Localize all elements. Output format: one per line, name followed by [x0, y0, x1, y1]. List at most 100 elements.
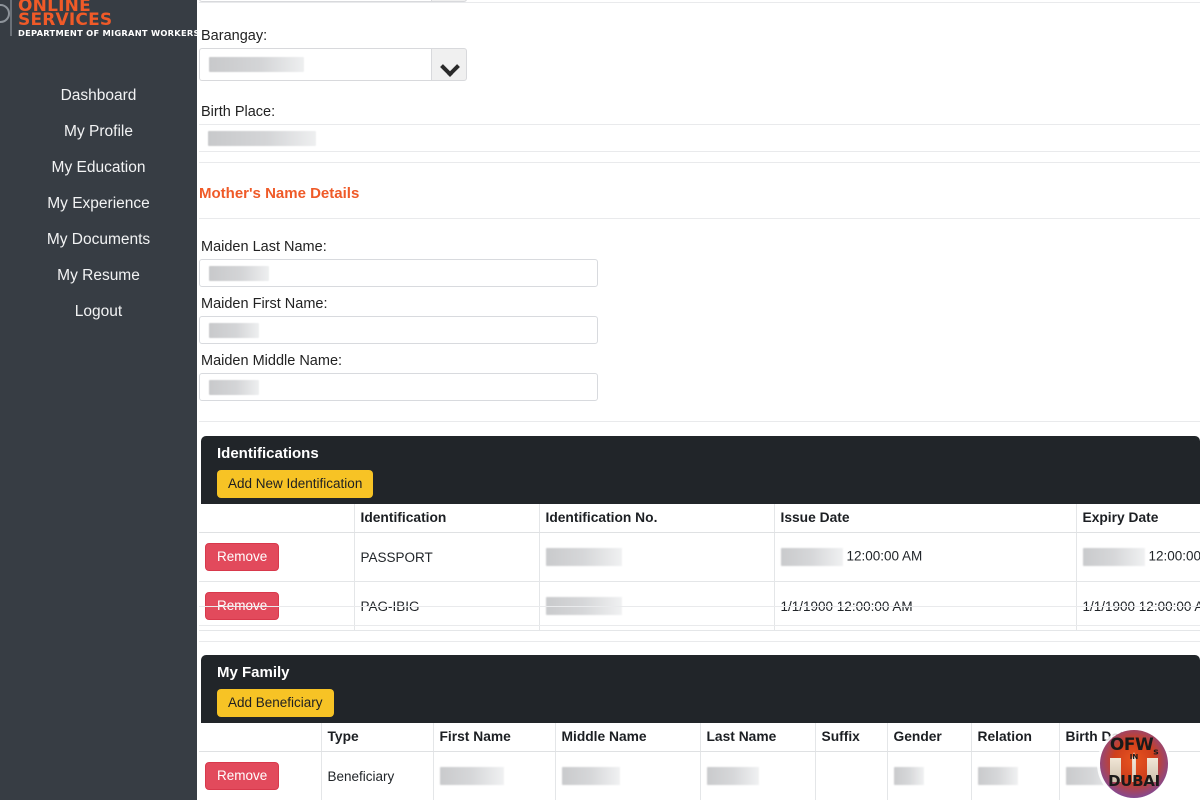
brand-divider: [0, 0, 12, 36]
family-header-row: Type First Name Middle Name Last Name Su…: [199, 723, 1200, 752]
fam-row-0-first-name: [433, 751, 556, 800]
maiden-middle-name-value-redacted: [209, 380, 259, 395]
fam-row-0-first-name-redacted: [439, 767, 504, 785]
watermark-text-in: IN: [1129, 753, 1139, 761]
barangay-label: Barangay:: [201, 28, 268, 44]
fam-row-0-last-name: [700, 751, 816, 800]
identifications-panel-title: Identifications: [217, 445, 319, 462]
field-birth-place: Birth Place:: [199, 99, 1200, 152]
id-row-0-expiry-date-redacted: [1082, 548, 1145, 566]
brand-line-services: SERVICES: [18, 10, 113, 30]
field-maiden-first-name: Maiden First Name:: [199, 291, 599, 344]
divider-id-table-bottom-1: [199, 606, 1200, 607]
fam-row-0-last-name-redacted: [706, 767, 759, 785]
divider-mother-top: [199, 162, 1200, 163]
fam-row-0-middle-name: [555, 751, 701, 800]
mothers-name-details-heading: Mother's Name Details: [199, 185, 360, 202]
watermark-text-ofw: OFW: [1109, 735, 1154, 755]
birth-place-value-redacted: [208, 131, 316, 146]
identifications-header-row: Identification Identification No. Issue …: [199, 504, 1200, 533]
id-row-0-actions: Remove: [199, 532, 355, 582]
identifications-panel-header: Identifications Add New Identification: [201, 436, 1200, 504]
field-barangay: Barangay:: [199, 23, 467, 81]
id-col-actions: [199, 504, 355, 533]
fam-col-actions: [199, 723, 322, 752]
sidebar-item-logout[interactable]: Logout: [0, 294, 197, 330]
id-row-0-expiry-date-text: 12:00:00 AM: [1148, 548, 1200, 564]
id-col-identification-no: Identification No.: [539, 504, 775, 533]
maiden-first-name-input[interactable]: [199, 316, 598, 344]
maiden-first-name-value-redacted: [209, 323, 259, 338]
remove-beneficiary-button[interactable]: Remove: [205, 762, 280, 790]
my-family-table: Type First Name Middle Name Last Name Su…: [199, 723, 1200, 800]
id-col-expiry-date: Expiry Date: [1076, 504, 1200, 533]
field-maiden-middle-name: Maiden Middle Name:: [199, 348, 599, 401]
brand-line-department: DEPARTMENT OF MIGRANT WORKERS: [18, 28, 200, 38]
sidebar-item-my-profile[interactable]: My Profile: [0, 114, 197, 150]
barangay-dropdown-button[interactable]: [431, 48, 467, 81]
fam-row-0-gender: [887, 751, 972, 800]
maiden-middle-name-label: Maiden Middle Name:: [201, 353, 343, 369]
sidebar-item-dashboard[interactable]: Dashboard: [0, 78, 197, 114]
birth-place-input[interactable]: [199, 124, 1200, 152]
divider-top: [199, 2, 1200, 3]
id-col-identification: Identification: [354, 504, 540, 533]
birth-place-label: Birth Place:: [201, 104, 276, 120]
barangay-select[interactable]: [199, 48, 467, 81]
my-family-panel-title: My Family: [217, 664, 290, 681]
table-row: Remove PASSPORT 12:00:00 AM 12:00:00 AM: [199, 532, 1200, 582]
remove-identification-button[interactable]: Remove: [205, 543, 280, 571]
my-family-panel-header: My Family Add Beneficiary: [201, 655, 1200, 723]
sidebar-item-my-resume[interactable]: My Resume: [0, 258, 197, 294]
maiden-middle-name-input[interactable]: [199, 373, 598, 401]
id-row-0-issue-date: 12:00:00 AM: [774, 532, 1077, 582]
identifications-table: Identification Identification No. Issue …: [199, 504, 1200, 631]
add-beneficiary-button[interactable]: Add Beneficiary: [217, 689, 334, 717]
id-row-0-issue-date-redacted: [780, 548, 843, 566]
barangay-select-field[interactable]: [199, 48, 431, 81]
watermark-text-dubai: DUBAI: [1108, 772, 1160, 790]
chevron-down-icon: [441, 60, 457, 70]
divider-id-table-bottom-2: [199, 625, 1200, 626]
table-row: Remove Beneficiary: [199, 751, 1200, 800]
fam-row-0-actions: Remove: [199, 751, 322, 800]
page-root: ONLINE SERVICES DEPARTMENT OF MIGRANT WO…: [0, 0, 1200, 800]
sidebar-item-my-experience[interactable]: My Experience: [0, 186, 197, 222]
fam-col-suffix: Suffix: [815, 723, 888, 752]
fam-col-type: Type: [321, 723, 434, 752]
maiden-last-name-label: Maiden Last Name:: [201, 239, 327, 255]
barangay-value-redacted: [209, 57, 304, 72]
fam-row-0-middle-name-redacted: [561, 767, 620, 785]
brand-header: ONLINE SERVICES DEPARTMENT OF MIGRANT WO…: [0, 0, 200, 38]
field-maiden-last-name: Maiden Last Name:: [199, 234, 599, 287]
maiden-last-name-value-redacted: [209, 266, 269, 281]
maiden-last-name-input[interactable]: [199, 259, 598, 287]
id-row-0-identification-no: [539, 532, 775, 582]
main-content: Barangay: Birth Place: Mother's Name Det…: [197, 0, 1200, 800]
fam-row-0-suffix: [815, 751, 888, 800]
id-row-0-expiry-date: 12:00:00 AM: [1076, 532, 1200, 582]
sidebar-item-my-education[interactable]: My Education: [0, 150, 197, 186]
fam-row-0-type: Beneficiary: [321, 751, 434, 800]
fam-col-middle-name: Middle Name: [555, 723, 701, 752]
sidebar: ONLINE SERVICES DEPARTMENT OF MIGRANT WO…: [0, 0, 200, 800]
fam-row-0-relation-redacted: [977, 767, 1018, 785]
dmw-seal-icon: [0, 4, 10, 23]
sidebar-nav: Dashboard My Profile My Education My Exp…: [0, 78, 197, 330]
maiden-first-name-label: Maiden First Name:: [201, 296, 328, 312]
fam-row-0-gender-redacted: [893, 767, 924, 785]
divider-identifications-top: [199, 421, 1200, 422]
id-row-0-identification-no-redacted: [545, 548, 622, 566]
ofws-in-dubai-watermark-logo: OFWs IN DUBAI: [1100, 730, 1168, 798]
fam-col-first-name: First Name: [433, 723, 556, 752]
add-new-identification-button[interactable]: Add New Identification: [217, 470, 374, 498]
id-row-0-issue-date-text: 12:00:00 AM: [846, 548, 923, 564]
fam-col-relation: Relation: [971, 723, 1060, 752]
sidebar-item-my-documents[interactable]: My Documents: [0, 222, 197, 258]
id-row-0-identification: PASSPORT: [354, 532, 540, 582]
fam-col-gender: Gender: [887, 723, 972, 752]
fam-row-0-relation: [971, 751, 1060, 800]
fam-col-last-name: Last Name: [700, 723, 816, 752]
divider-mother-bottom: [199, 218, 1200, 219]
id-col-issue-date: Issue Date: [774, 504, 1077, 533]
